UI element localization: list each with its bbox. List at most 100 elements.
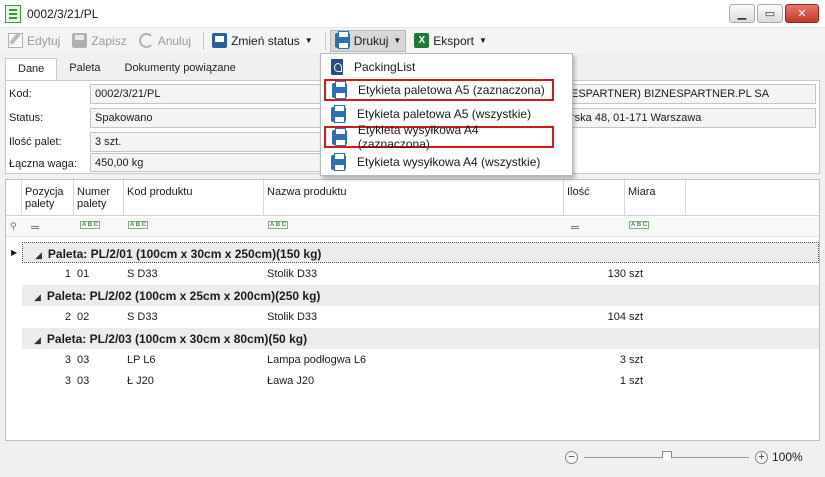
printer-icon [331, 152, 346, 171]
cell-pos: 2 [64, 311, 71, 323]
cell-unit: szt [629, 354, 644, 366]
cell-code: S D33 [127, 268, 158, 280]
cell-code: Ł J20 [127, 375, 154, 387]
menu-item-packinglist[interactable]: PackingList [321, 56, 572, 78]
collapse-icon[interactable]: ◢ [35, 250, 42, 260]
column-header-pozycja[interactable]: Pozycja palety [22, 180, 74, 216]
toolbar: Edytuj Zapisz Anuluj Zmień status ▼ Druk… [0, 28, 825, 53]
column-header-nazwa[interactable]: Nazwa produktu [264, 180, 564, 216]
zoom-out-button[interactable]: − [565, 450, 578, 464]
cancel-button[interactable]: Anuluj [135, 30, 195, 52]
cell-pos: 3 [64, 375, 71, 387]
title-bar: 0002/3/21/PL ▁ ▭ ✕ [0, 0, 825, 28]
window-controls: ▁ ▭ ✕ [729, 4, 819, 23]
table-row[interactable]: 3 03 LP L6 Lampa podłogwa L6 3 szt [22, 349, 819, 370]
cell-unit: szt [629, 268, 644, 280]
column-header-kod[interactable]: Kod produktu [124, 180, 264, 216]
edit-button[interactable]: Edytuj [4, 30, 64, 52]
column-header-ilosc[interactable]: Ilość [564, 180, 625, 216]
zoom-bar: − + 100% [565, 448, 815, 466]
column-header-miara[interactable]: Miara [625, 180, 686, 216]
zoom-slider-thumb[interactable] [662, 450, 672, 463]
cell-qty: 130 [607, 268, 626, 280]
status-label: Status: [9, 112, 44, 124]
collapse-icon[interactable]: ◢ [34, 292, 41, 302]
group-row[interactable]: ◢ Paleta: PL/2/02 (100cm x 25cm x 200cm)(… [22, 285, 819, 306]
undo-icon [138, 33, 154, 48]
toolbar-separator [324, 31, 326, 50]
group-row[interactable]: ◢ Paleta: PL/2/03 (100cm x 30cm x 80cm)(5… [22, 328, 819, 349]
filter-text-icon[interactable]: A B C [80, 221, 101, 229]
address-field[interactable]: rska 48, 01-171 Warszawa [566, 108, 816, 128]
cell-name: Stolik D33 [267, 311, 318, 323]
cell-qty: 3 [619, 354, 626, 366]
filter-equals-icon[interactable] [31, 226, 39, 229]
printer-icon [331, 104, 346, 123]
chevron-down-icon: ▼ [393, 36, 402, 45]
cell-pos: 3 [64, 354, 71, 366]
table-row[interactable]: 3 03 Ł J20 Ława J20 1 szt [22, 370, 819, 391]
menu-item-pallet-label-selected[interactable]: Etykieta paletowa A5 (zaznaczona) [324, 79, 554, 101]
cell-qty: 1 [619, 375, 626, 387]
filter-equals-icon[interactable] [571, 226, 579, 229]
cell-num: 03 [77, 375, 90, 387]
print-menu: PackingList Etykieta paletowa A5 (zaznac… [320, 53, 573, 176]
print-button[interactable]: Drukuj ▼ [329, 29, 407, 52]
table-row[interactable]: 1 01 S D33 Stolik D33 130 szt [22, 263, 819, 284]
change-status-button[interactable]: Zmień status ▼ [208, 30, 317, 52]
cell-code: S D33 [127, 311, 158, 323]
maximize-button[interactable]: ▭ [757, 4, 783, 23]
filter-text-icon[interactable]: A B C [268, 221, 289, 229]
excel-icon: X [414, 33, 430, 48]
tab-dokumenty[interactable]: Dokumenty powiązane [113, 58, 248, 80]
cell-num: 02 [77, 311, 90, 323]
cell-num: 01 [77, 268, 90, 280]
toolbar-separator [203, 31, 205, 50]
zoom-level: 100% [772, 450, 803, 464]
zoom-slider[interactable] [584, 450, 749, 463]
filter-icon: ⚲ [10, 221, 17, 231]
cell-unit: szt [629, 311, 644, 323]
code-field[interactable]: 0002/3/21/PL [90, 84, 330, 104]
zoom-in-button[interactable]: + [755, 450, 768, 464]
client-field[interactable]: ESPARTNER) BIZNESPARTNER.PL SA [566, 84, 816, 104]
column-header-empty [686, 180, 819, 216]
menu-item-shipping-label-selected[interactable]: Etykieta wysyłkowa A4 (zaznaczona) [324, 123, 554, 151]
save-icon [72, 33, 88, 48]
filter-text-icon[interactable]: A B C [128, 221, 149, 229]
column-header-numer[interactable]: Numer palety [74, 180, 124, 216]
weight-field[interactable]: 450,00 kg [90, 153, 330, 172]
export-button[interactable]: X Eksport ▼ [410, 30, 491, 52]
close-button[interactable]: ✕ [785, 4, 819, 23]
current-row-indicator: ▶ [11, 248, 18, 257]
chevron-down-icon: ▼ [478, 36, 487, 45]
cell-pos: 1 [64, 268, 71, 280]
menu-item-pallet-label-all[interactable]: Etykieta paletowa A5 (wszystkie) [321, 103, 572, 125]
status-icon [212, 33, 228, 48]
tab-paleta[interactable]: Paleta [57, 58, 112, 80]
save-button[interactable]: Zapisz [68, 30, 130, 52]
pallets-label: Ilość palet: [9, 136, 62, 148]
table-row[interactable]: 2 02 S D33 Stolik D33 104 szt [22, 306, 819, 327]
grid-corner [6, 180, 22, 216]
weight-label: Łączna waga: [9, 158, 77, 170]
chevron-down-icon: ▼ [304, 36, 313, 45]
pallets-field[interactable]: 3 szt. [90, 132, 330, 152]
collapse-icon[interactable]: ◢ [34, 335, 41, 345]
tab-dane[interactable]: Dane [5, 58, 58, 80]
cell-name: Lampa podłogwa L6 [267, 354, 367, 366]
tab-bar: Dane Paleta Dokumenty powiązane [5, 58, 248, 80]
cell-code: LP L6 [127, 354, 156, 366]
app-icon [5, 4, 21, 23]
filter-row: ⚲ A B C A B C A B C A B C [6, 217, 819, 237]
status-field[interactable]: Spakowano [90, 108, 330, 128]
filter-text-icon[interactable]: A B C [629, 221, 650, 229]
printer-icon [332, 127, 347, 146]
group-row[interactable]: ◢ Paleta: PL/2/01 (100cm x 30cm x 250cm)(… [22, 242, 819, 263]
minimize-button[interactable]: ▁ [729, 4, 755, 23]
code-label: Kod: [9, 88, 32, 100]
window-title: 0002/3/21/PL [27, 6, 99, 21]
menu-item-shipping-label-all[interactable]: Etykieta wysyłkowa A4 (wszystkie) [321, 151, 572, 173]
cell-num: 03 [77, 354, 90, 366]
pallet-grid: Pozycja palety Numer palety Kod produktu… [5, 179, 820, 441]
